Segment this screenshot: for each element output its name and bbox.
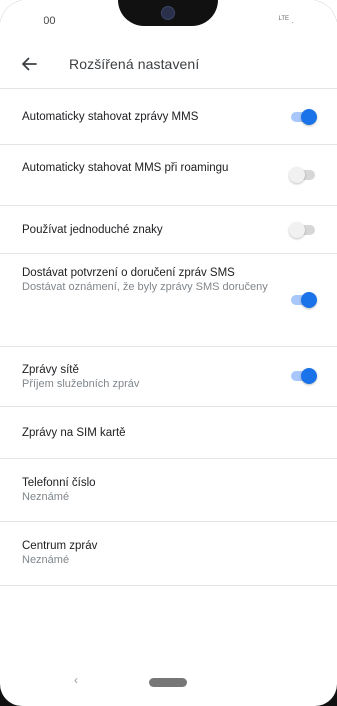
- setting-title: Automaticky stahovat MMS při roamingu: [22, 162, 229, 174]
- front-camera: [161, 6, 175, 20]
- toggle-thumb: [289, 222, 305, 238]
- frame-corner: [293, 0, 337, 44]
- setting-summary: Neznámé: [22, 554, 70, 566]
- setting-summary: Příjem služebních zpráv: [22, 378, 140, 390]
- navigation-bar: ‹: [0, 662, 337, 706]
- setting-phone-number[interactable]: Telefonní číslo Neznámé: [0, 458, 337, 521]
- settings-list: Automaticky stahovat zprávy MMS Automati…: [0, 88, 337, 586]
- setting-auto-download-mms-roaming[interactable]: Automaticky stahovat MMS při roamingu: [0, 144, 337, 205]
- phone-screen: 10:00 LTE Rozšířená nastavení Automatick…: [0, 0, 337, 706]
- app-bar: Rozšířená nastavení: [0, 44, 337, 84]
- frame-corner: [0, 662, 44, 706]
- setting-sms-delivery-reports[interactable]: Dostávat potvrzení o doručení zpráv SMS …: [0, 253, 337, 346]
- toggle-switch[interactable]: [289, 167, 317, 183]
- setting-summary: Neznámé: [22, 491, 70, 503]
- toggle-switch[interactable]: [289, 109, 317, 125]
- setting-title: Dostávat potvrzení o doručení zpráv SMS: [22, 267, 235, 279]
- toggle-switch[interactable]: [289, 368, 317, 384]
- list-divider: [0, 585, 337, 586]
- toggle-thumb: [301, 292, 317, 308]
- toggle-switch[interactable]: [289, 292, 317, 308]
- setting-message-center[interactable]: Centrum zpráv Neznámé: [0, 521, 337, 585]
- status-bar: 10:00 LTE: [0, 0, 337, 38]
- frame-corner: [293, 662, 337, 706]
- setting-title: Telefonní číslo: [22, 477, 96, 489]
- page-title: Rozšířená nastavení: [69, 56, 200, 72]
- toggle-thumb: [301, 368, 317, 384]
- network-type-label: LTE: [278, 15, 289, 22]
- toggle-thumb: [289, 167, 305, 183]
- setting-title: Centrum zpráv: [22, 540, 98, 552]
- frame-corner: [0, 0, 44, 44]
- setting-simple-characters[interactable]: Používat jednoduché znaky: [0, 205, 337, 253]
- home-pill-icon[interactable]: [149, 678, 187, 687]
- toggle-switch[interactable]: [289, 222, 317, 238]
- toggle-thumb: [301, 109, 317, 125]
- setting-cell-broadcast[interactable]: Zprávy sítě Příjem služebních zpráv: [0, 346, 337, 406]
- setting-auto-download-mms[interactable]: Automaticky stahovat zprávy MMS: [0, 88, 337, 144]
- setting-summary: Dostávat oznámení, že byly zprávy SMS do…: [22, 281, 268, 293]
- nav-back-icon[interactable]: ‹: [74, 673, 78, 687]
- setting-title: Zprávy na SIM kartě: [22, 427, 126, 439]
- setting-title: Používat jednoduché znaky: [22, 224, 163, 236]
- setting-title: Zprávy sítě: [22, 364, 79, 376]
- setting-sim-messages[interactable]: Zprávy na SIM kartě: [0, 406, 337, 458]
- back-arrow-icon[interactable]: [18, 53, 40, 75]
- setting-title: Automaticky stahovat zprávy MMS: [22, 111, 199, 123]
